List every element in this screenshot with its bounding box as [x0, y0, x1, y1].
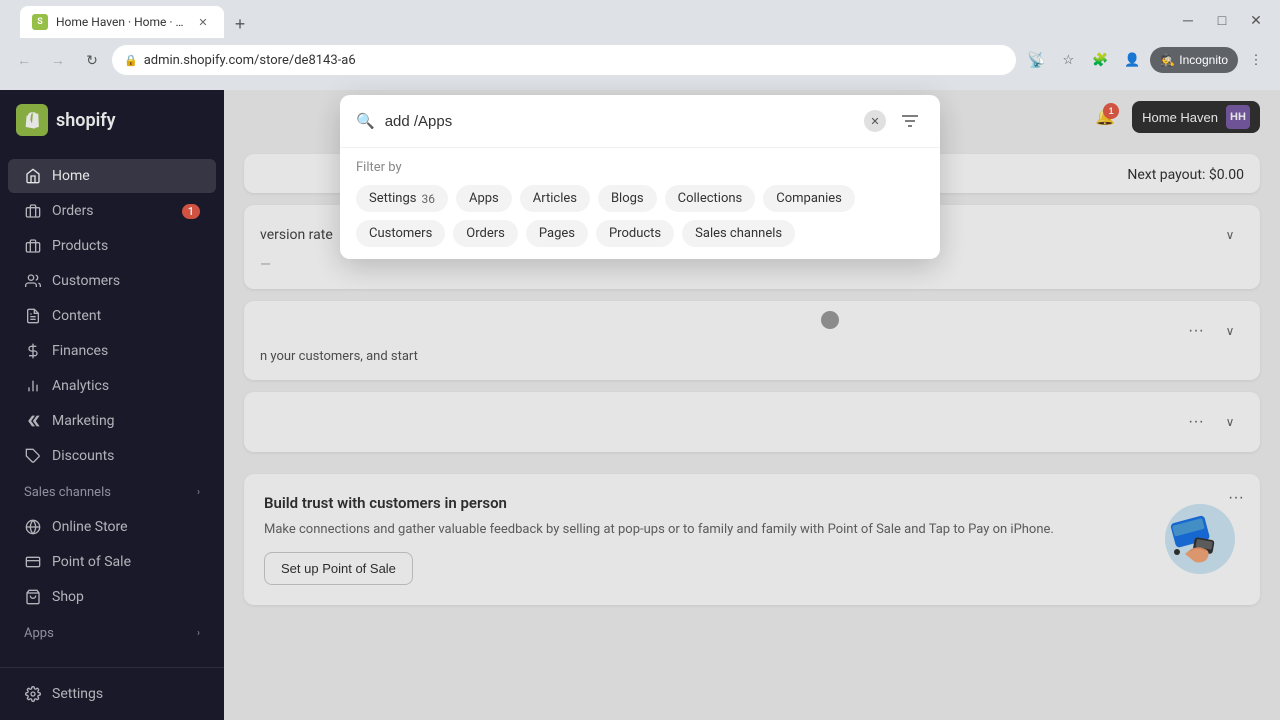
search-overlay[interactable]: 🔍 ✕ Filter by Settings 36: [0, 90, 1280, 720]
filter-tag-pages[interactable]: Pages: [526, 220, 588, 247]
browser-window-controls: ─ □ ✕: [1174, 6, 1270, 34]
new-tab-button[interactable]: +: [226, 10, 254, 38]
incognito-button[interactable]: 🕵 Incognito: [1150, 47, 1238, 73]
search-modal: 🔍 ✕ Filter by Settings 36: [340, 95, 940, 259]
filter-tag-apps[interactable]: Apps: [456, 185, 512, 212]
filter-tags-container: Settings 36 Apps Articles Blogs Collecti…: [356, 185, 924, 247]
address-text: admin.shopify.com/store/de8143-a6: [144, 53, 356, 68]
maximize-button[interactable]: □: [1208, 6, 1236, 34]
filter-tag-orders[interactable]: Orders: [453, 220, 518, 247]
forward-button[interactable]: →: [44, 46, 72, 74]
minimize-button[interactable]: ─: [1174, 6, 1202, 34]
cast-icon[interactable]: 📡: [1022, 46, 1050, 74]
filter-tag-products[interactable]: Products: [596, 220, 674, 247]
extensions-button[interactable]: 🧩: [1086, 46, 1114, 74]
search-clear-button[interactable]: ✕: [864, 110, 886, 132]
filter-tag-sales-channels[interactable]: Sales channels: [682, 220, 795, 247]
profile-button[interactable]: 👤: [1118, 46, 1146, 74]
back-button[interactable]: ←: [10, 46, 38, 74]
search-filter-button[interactable]: [896, 107, 924, 135]
tab-favicon: S: [32, 14, 48, 30]
filter-tag-customers[interactable]: Customers: [356, 220, 445, 247]
search-input-row: 🔍 ✕: [340, 95, 940, 148]
filter-tag-blogs[interactable]: Blogs: [598, 185, 657, 212]
browser-action-buttons: 📡 ☆ 🧩 👤 🕵 Incognito ⋮: [1022, 46, 1270, 74]
filter-tag-articles[interactable]: Articles: [520, 185, 590, 212]
search-icon: 🔍: [356, 112, 375, 130]
incognito-icon: 🕵: [1160, 53, 1175, 67]
tab-close-button[interactable]: ✕: [194, 13, 212, 31]
filter-section: Filter by Settings 36 Apps Articles Blog…: [340, 148, 940, 259]
browser-titlebar: S Home Haven · Home · Shopify ✕ + ─ □ ✕: [0, 0, 1280, 40]
browser-chrome: S Home Haven · Home · Shopify ✕ + ─ □ ✕ …: [0, 0, 1280, 90]
bookmark-button[interactable]: ☆: [1054, 46, 1082, 74]
lock-icon: 🔒: [124, 54, 138, 67]
search-input[interactable]: [385, 113, 854, 130]
filter-tag-settings[interactable]: Settings 36: [356, 185, 448, 212]
address-bar-row: ← → ↻ 🔒 admin.shopify.com/store/de8143-a…: [0, 40, 1280, 80]
reload-button[interactable]: ↻: [78, 46, 106, 74]
filter-tag-collections[interactable]: Collections: [665, 185, 756, 212]
tab-bar: S Home Haven · Home · Shopify ✕ +: [10, 2, 264, 38]
more-button[interactable]: ⋮: [1242, 46, 1270, 74]
close-button[interactable]: ✕: [1242, 6, 1270, 34]
filter-tag-companies[interactable]: Companies: [763, 185, 855, 212]
tab-title: Home Haven · Home · Shopify: [56, 15, 186, 29]
active-tab[interactable]: S Home Haven · Home · Shopify ✕: [20, 6, 224, 38]
address-bar[interactable]: 🔒 admin.shopify.com/store/de8143-a6: [112, 45, 1016, 75]
filter-by-label: Filter by: [356, 160, 924, 175]
